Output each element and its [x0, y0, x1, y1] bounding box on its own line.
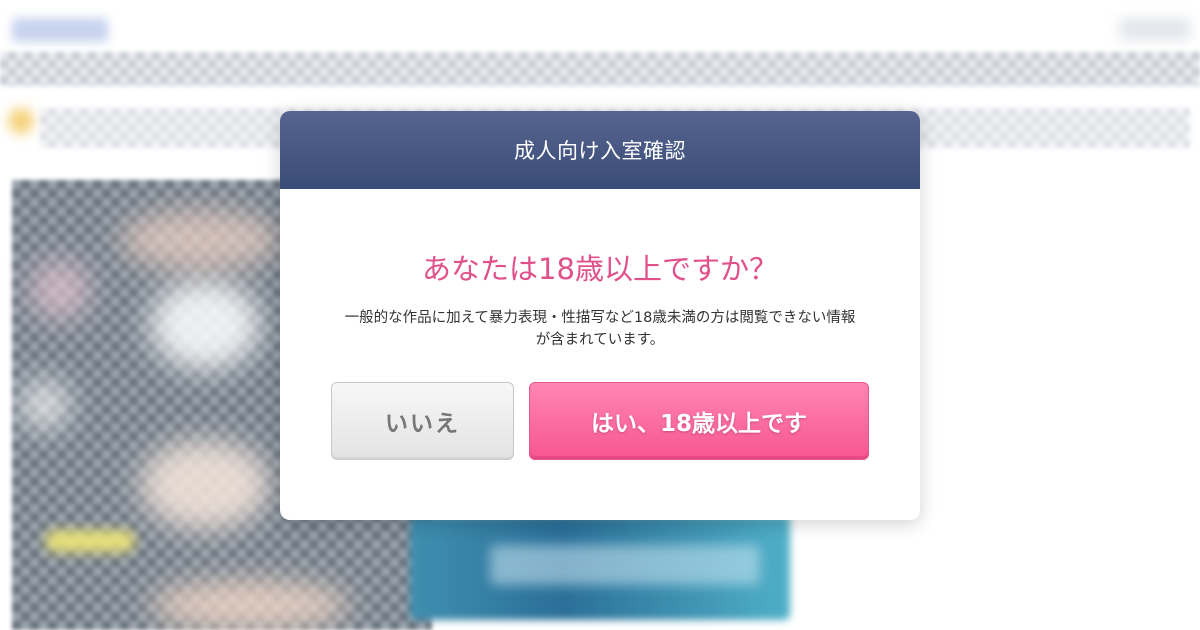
- modal-body: あなたは18歳以上ですか？ 一般的な作品に加えて暴力表現・性描写など18歳未満の…: [280, 251, 920, 351]
- background-header-link: [1120, 18, 1190, 40]
- age-question: あなたは18歳以上ですか？: [422, 252, 778, 286]
- modal-title: 成人向け入室確認: [514, 139, 686, 163]
- background-blur-blob: [30, 260, 90, 320]
- age-warning-line-2: が含まれています。: [535, 332, 665, 348]
- background-banner-text: [490, 545, 760, 585]
- background-blur-blob: [20, 380, 70, 430]
- background-navbar: [0, 52, 1200, 86]
- background-blur-blob: [140, 440, 270, 530]
- background-blur-blob: [150, 580, 350, 630]
- background-icon: [8, 108, 34, 134]
- age-verification-modal: 成人向け入室確認 あなたは18歳以上ですか？ 一般的な作品に加えて暴力表現・性描…: [280, 111, 920, 520]
- modal-buttons: いいえ はい、18歳以上です: [331, 382, 869, 460]
- modal-header: 成人向け入室確認: [280, 111, 920, 189]
- background-logo: [12, 18, 108, 42]
- age-warning-line-1: 一般的な作品に加えて暴力表現・性描写など18歳未満の方は閲覧できない情報: [344, 310, 856, 326]
- background-blur-blob: [150, 280, 260, 370]
- yes-over-18-button[interactable]: はい、18歳以上です: [529, 382, 869, 460]
- age-warning-text: 一般的な作品に加えて暴力表現・性描写など18歳未満の方は閲覧できない情報 が含ま…: [336, 307, 864, 351]
- background-badge: [45, 530, 135, 552]
- no-button[interactable]: いいえ: [331, 382, 514, 460]
- background-blur-blob: [120, 210, 280, 270]
